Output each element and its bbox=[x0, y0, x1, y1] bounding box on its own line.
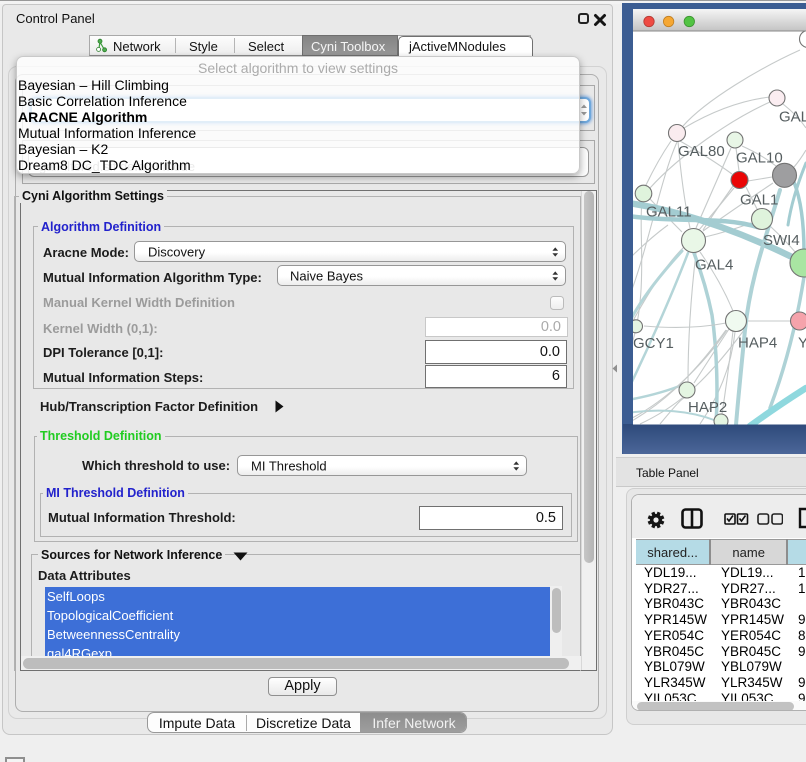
svg-text:GAL4: GAL4 bbox=[695, 257, 733, 274]
svg-text:GCY1: GCY1 bbox=[633, 335, 674, 352]
svg-text:HAP2: HAP2 bbox=[688, 399, 727, 416]
svg-text:GAL11: GAL11 bbox=[646, 204, 692, 221]
svg-text:GAL80: GAL80 bbox=[678, 143, 725, 160]
svg-text:Y: Y bbox=[798, 335, 806, 352]
svg-text:SWI4: SWI4 bbox=[763, 232, 800, 249]
svg-text:GAL10: GAL10 bbox=[736, 150, 783, 167]
svg-text:HAP4: HAP4 bbox=[738, 335, 777, 352]
svg-text:GAL1: GAL1 bbox=[740, 192, 778, 209]
svg-text:GAL: GAL bbox=[779, 109, 806, 126]
